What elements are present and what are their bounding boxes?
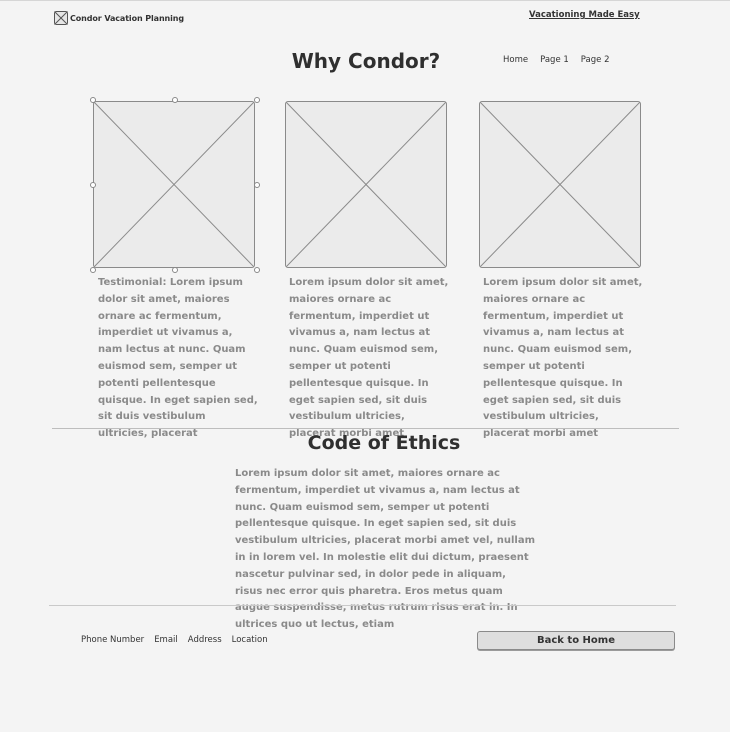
card-image-placeholder[interactable]	[285, 101, 447, 268]
resize-handle-top-right[interactable]	[254, 97, 260, 103]
resize-handle-bottom-left[interactable]	[90, 267, 96, 273]
nav-page-2[interactable]: Page 2	[581, 55, 610, 65]
testimonial-image-placeholder[interactable]	[93, 101, 255, 268]
resize-handle-bottom[interactable]	[172, 267, 178, 273]
ethics-text: Lorem ipsum dolor sit amet, maiores orna…	[235, 468, 535, 631]
main-nav: Home Page 1 Page 2	[503, 55, 609, 65]
footer-link-address[interactable]: Address	[188, 635, 222, 645]
tagline-link[interactable]: Vacationing Made Easy	[529, 10, 640, 20]
image-placeholder-icon	[480, 102, 640, 267]
page-title: Why Condor?	[291, 49, 441, 73]
back-to-home-button[interactable]: Back to Home	[477, 631, 675, 650]
nav-page-1[interactable]: Page 1	[540, 55, 569, 65]
footer-link-email[interactable]: Email	[154, 635, 178, 645]
image-placeholder-icon	[54, 11, 68, 25]
resize-handle-bottom-right[interactable]	[254, 267, 260, 273]
resize-handle-left[interactable]	[90, 182, 96, 188]
resize-handle-right[interactable]	[254, 182, 260, 188]
resize-handle-top[interactable]	[172, 97, 178, 103]
footer-link-phone[interactable]: Phone Number	[81, 635, 144, 645]
section-divider	[52, 428, 679, 429]
image-placeholder-icon	[286, 102, 446, 267]
footer-links: Phone Number Email Address Location	[81, 635, 268, 645]
nav-home[interactable]: Home	[503, 55, 528, 65]
card-image-placeholder[interactable]	[479, 101, 641, 268]
top-border	[0, 0, 730, 1]
section-title: Code of Ethics	[307, 432, 461, 454]
resize-handle-top-left[interactable]	[90, 97, 96, 103]
logo[interactable]: Condor Vacation Planning	[54, 11, 184, 25]
footer-divider	[49, 605, 676, 606]
footer-link-location[interactable]: Location	[232, 635, 268, 645]
card-text: Lorem ipsum dolor sit amet, maiores orna…	[289, 277, 449, 440]
card-text: Lorem ipsum dolor sit amet, maiores orna…	[483, 277, 643, 440]
logo-text: Condor Vacation Planning	[70, 13, 185, 23]
testimonial-text: Testimonial: Lorem ipsum dolor sit amet,…	[98, 277, 258, 440]
image-placeholder-icon	[94, 102, 254, 267]
